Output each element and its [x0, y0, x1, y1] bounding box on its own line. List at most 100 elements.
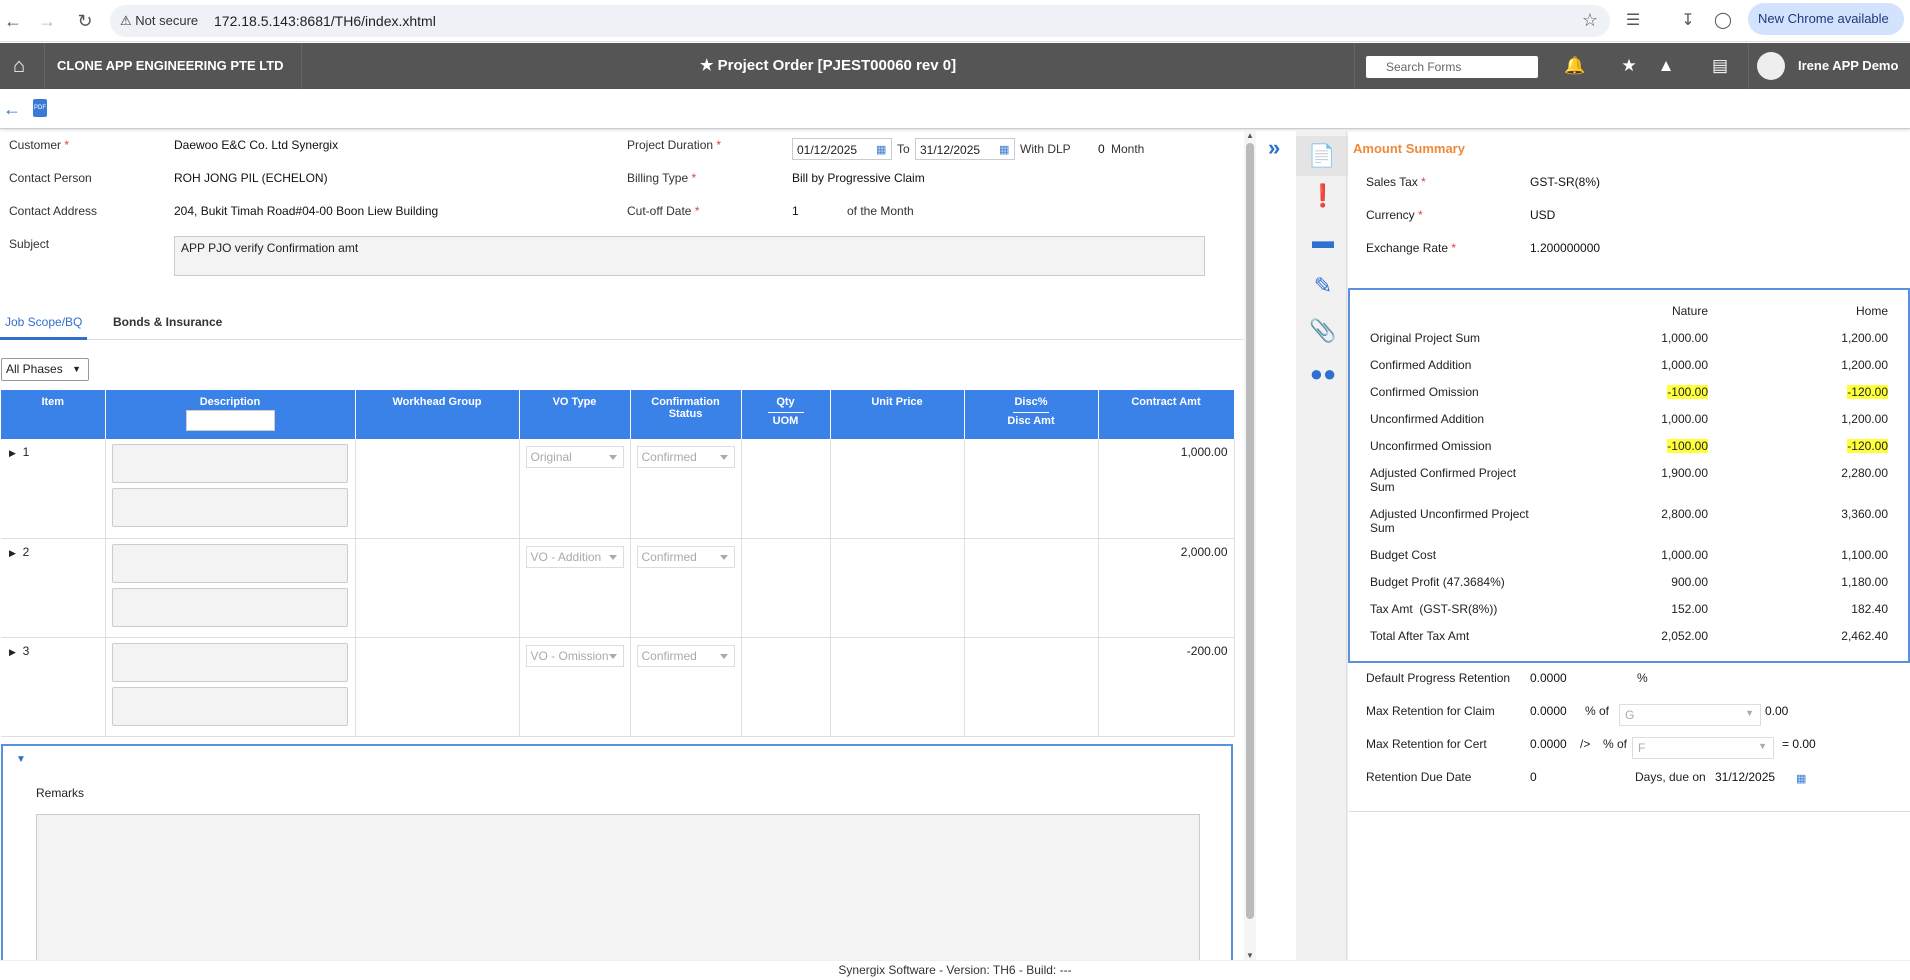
attachment-icon[interactable]: 📎: [1308, 316, 1338, 346]
home-icon[interactable]: ⌂: [0, 43, 38, 89]
alert-icon[interactable]: ❗: [1308, 181, 1338, 211]
chart-icon[interactable]: ▤: [1702, 43, 1738, 89]
col-unit-price[interactable]: Unit Price: [830, 390, 965, 439]
address-bar[interactable]: ⚠ Not secure 172.18.5.143:8681/TH6/index…: [110, 5, 1610, 37]
customer-label: Customer *: [9, 138, 70, 152]
tab-job-scope[interactable]: Job Scope/BQ: [0, 304, 88, 340]
calendar-icon[interactable]: ▦: [999, 143, 1009, 156]
translate-icon[interactable]: ☰: [1621, 9, 1645, 33]
vo-type-select[interactable]: VO - Omission: [525, 644, 624, 667]
expand-icon[interactable]: ▶: [9, 548, 16, 558]
amount-summary-icon[interactable]: 📄: [1296, 136, 1348, 176]
billing-type-value[interactable]: Bill by Progressive Claim: [792, 171, 925, 185]
disc-cell[interactable]: [964, 637, 1099, 737]
bookmark-star-icon[interactable]: ☆: [1582, 10, 1598, 31]
exchange-rate-value[interactable]: 1.200000000: [1530, 241, 1600, 255]
qty-cell[interactable]: [741, 538, 831, 638]
cutoff-value[interactable]: 1: [792, 204, 799, 218]
max-retention-claim-value[interactable]: 0.0000: [1530, 704, 1567, 718]
disc-cell[interactable]: [964, 439, 1099, 539]
col-item[interactable]: Item: [1, 390, 106, 439]
qty-cell[interactable]: [741, 439, 831, 539]
pdf-icon[interactable]: PDF: [33, 99, 47, 117]
col-vo-type[interactable]: VO Type: [519, 390, 631, 439]
scrollbar-thumb[interactable]: [1246, 143, 1254, 919]
col-description[interactable]: Description: [105, 390, 356, 439]
sales-tax-value[interactable]: GST-SR(8%): [1530, 175, 1600, 189]
unit-price-cell[interactable]: [830, 637, 965, 737]
download-icon[interactable]: ↧: [1676, 9, 1700, 33]
collapse-icon[interactable]: ▼: [16, 754, 26, 765]
users-icon[interactable]: ●●: [1308, 359, 1338, 389]
unit-price-cell[interactable]: [830, 439, 965, 539]
retention-due-days[interactable]: 0: [1530, 770, 1537, 784]
chrome-update-button[interactable]: New Chrome available: [1748, 3, 1904, 35]
table-row[interactable]: ▶ 2 VO - Addition Confirmed 2,000.00: [1, 538, 1235, 638]
edit-icon[interactable]: ✎: [1308, 271, 1338, 301]
status-select[interactable]: Confirmed: [636, 545, 735, 568]
vo-type-select[interactable]: VO - Addition: [525, 545, 624, 568]
calendar-icon[interactable]: ▦: [876, 143, 886, 156]
workhead-cell[interactable]: [355, 637, 520, 737]
vertical-scrollbar[interactable]: ▲ ▼: [1244, 131, 1256, 960]
not-secure-label[interactable]: ⚠ Not secure: [120, 13, 198, 29]
star-icon[interactable]: ★: [1611, 43, 1647, 89]
cert-basis-select[interactable]: F ▼: [1632, 737, 1774, 759]
table-row[interactable]: ▶ 1 Original Confirmed 1,000.00: [1, 439, 1235, 539]
vo-type-select[interactable]: Original: [525, 446, 624, 468]
description-field[interactable]: [111, 642, 348, 682]
phase-filter-select[interactable]: All Phases ▼: [1, 358, 89, 381]
days-due-label: Days, due on: [1635, 770, 1706, 784]
profile-icon[interactable]: ◯: [1711, 9, 1735, 33]
reload-icon[interactable]: ↻: [72, 8, 98, 34]
contact-address-value[interactable]: 204, Bukit Timah Road#04-00 Boon Liew Bu…: [174, 204, 438, 218]
expand-icon[interactable]: ▶: [9, 647, 16, 657]
table-row[interactable]: ▶ 3 VO - Omission Confirmed -200.00: [1, 637, 1235, 737]
subject-field[interactable]: APP PJO verify Confirmation amt: [174, 236, 1205, 276]
status-select[interactable]: Confirmed: [636, 644, 735, 667]
description-filter-input[interactable]: [185, 410, 275, 431]
col-confirmation[interactable]: Confirmation Status: [630, 390, 742, 439]
description-field[interactable]: [111, 543, 348, 583]
tab-bonds-insurance[interactable]: Bonds & Insurance: [108, 304, 227, 340]
contact-person-value[interactable]: ROH JONG PIL (ECHELON): [174, 171, 328, 185]
description-detail-field[interactable]: [111, 488, 348, 527]
back-arrow-icon[interactable]: ←: [3, 99, 21, 120]
url-text[interactable]: 172.18.5.143:8681/TH6/index.xhtml: [214, 13, 436, 29]
search-forms-input[interactable]: Search Forms: [1366, 56, 1538, 78]
payment-card-icon[interactable]: ▬: [1308, 226, 1338, 256]
status-select[interactable]: Confirmed: [636, 446, 735, 468]
claim-basis-select[interactable]: G ▼: [1619, 704, 1761, 726]
workhead-cell[interactable]: [355, 538, 520, 638]
workhead-cell[interactable]: [355, 439, 520, 539]
description-detail-field[interactable]: [111, 587, 348, 627]
description-detail-field[interactable]: [111, 686, 348, 726]
page-title-text: Project Order [PJEST00060 rev 0]: [717, 57, 957, 74]
bell-icon[interactable]: 🔔: [1557, 43, 1593, 89]
col-contract-amt[interactable]: Contract Amt: [1098, 390, 1235, 439]
pin-icon[interactable]: ▲: [1648, 43, 1684, 89]
calendar-icon[interactable]: ▦: [1796, 772, 1806, 785]
user-name[interactable]: Irene APP Demo: [1754, 43, 1898, 89]
col-qty[interactable]: Qty UOM: [741, 390, 831, 439]
retention-due-date[interactable]: 31/12/2025: [1715, 770, 1775, 784]
col-disc[interactable]: Disc% Disc Amt: [964, 390, 1099, 439]
unit-price-cell[interactable]: [830, 538, 965, 638]
expand-icon[interactable]: ▶: [9, 448, 16, 458]
col-workhead[interactable]: Workhead Group: [355, 390, 520, 439]
expand-panel-icon[interactable]: »: [1268, 135, 1280, 161]
favorite-star-icon[interactable]: ★: [700, 57, 713, 74]
max-retention-cert-value[interactable]: 0.0000: [1530, 737, 1567, 751]
default-retention-value[interactable]: 0.0000: [1530, 671, 1567, 685]
amount-table: Nature Home Original Project Sum 1,000.0…: [1348, 288, 1910, 663]
qty-cell[interactable]: [741, 637, 831, 737]
forward-icon[interactable]: →: [34, 8, 60, 34]
back-icon[interactable]: ←: [0, 8, 26, 34]
dlp-value[interactable]: 0: [1098, 142, 1105, 156]
customer-value[interactable]: Daewoo E&C Co. Ltd Synergix: [174, 138, 338, 152]
remarks-textarea[interactable]: [36, 814, 1200, 964]
currency-value[interactable]: USD: [1530, 208, 1555, 222]
disc-cell[interactable]: [964, 538, 1099, 638]
company-selector[interactable]: CLONE APP ENGINEERING PTE LTD ▼: [44, 43, 302, 119]
description-field[interactable]: [111, 444, 348, 483]
